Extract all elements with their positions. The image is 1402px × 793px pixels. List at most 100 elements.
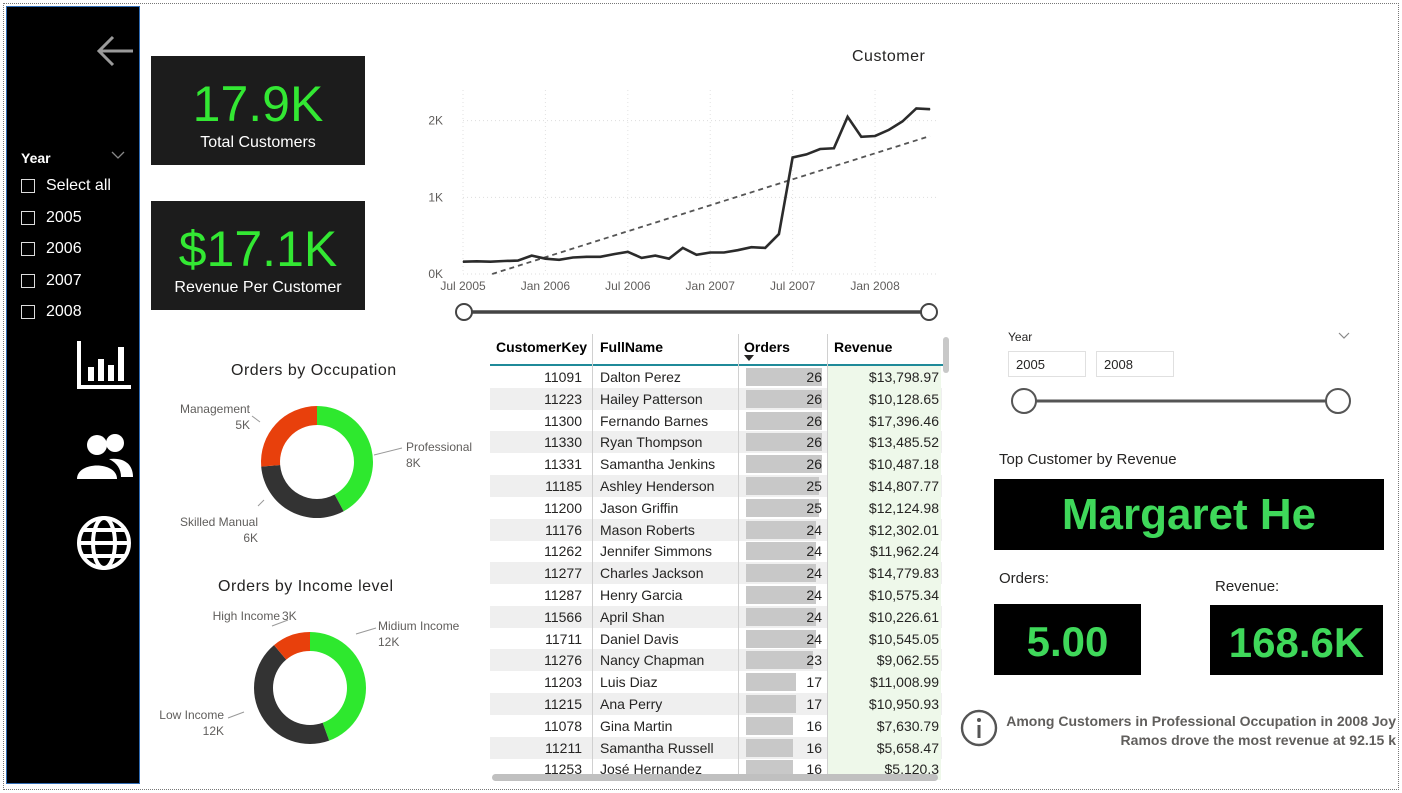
table-row[interactable]: 11185 Ashley Henderson 25 $14,807.77 [490, 475, 942, 497]
date-range-handle-start [455, 303, 473, 321]
leader-line [251, 415, 261, 423]
customer-table[interactable]: CustomerKey FullName Orders Revenue 1109… [490, 334, 950, 780]
table-row[interactable]: 11203 Luis Diaz 17 $11,008.99 [490, 671, 942, 694]
data-point [613, 253, 615, 255]
top-customer-revenue: 168.6K [1210, 605, 1383, 675]
chevron-down-icon[interactable] [1338, 332, 1350, 340]
data-point [847, 116, 849, 118]
data-point [860, 136, 862, 138]
globe-icon[interactable] [75, 515, 133, 571]
cell-orders: 24 [806, 565, 822, 582]
data-point [874, 135, 876, 137]
table-row[interactable]: 11711 Daniel Davis 24 $10,545.05 [490, 627, 942, 650]
checkbox[interactable] [21, 179, 35, 193]
table-row[interactable]: 11276 Nancy Chapman 23 $9,062.55 [490, 649, 942, 672]
year-option-2005[interactable]: 2005 [21, 209, 82, 227]
cell-customerkey: 11330 [544, 434, 582, 451]
slider-handle-end [1325, 388, 1351, 414]
slider-handle-start [1011, 388, 1037, 414]
slice-value-label: 3K [282, 609, 297, 623]
cell-customerkey: 11091 [544, 369, 582, 385]
cell-revenue: $9,062.55 [876, 652, 939, 669]
cell-revenue: $12,124.98 [868, 499, 939, 516]
cell-fullname: Ashley Henderson [600, 478, 715, 494]
table-row[interactable]: 11176 Mason Roberts 24 $12,302.01 [490, 518, 942, 541]
column-header-revenue[interactable]: Revenue [834, 339, 892, 355]
kpi-label: Revenue Per Customer [174, 279, 342, 296]
data-point [833, 147, 835, 149]
line-chart-title: Customer [852, 48, 926, 65]
sort-desc-icon[interactable] [744, 355, 754, 361]
year-option-2006[interactable]: 2006 [21, 240, 82, 258]
checkbox[interactable] [21, 242, 35, 256]
year-range-title: Year [1008, 330, 1033, 344]
cell-fullname: Jennifer Simmons [600, 543, 713, 560]
insight-text: Among Customers in Professional Occupati… [1006, 713, 1396, 748]
y-tick-label: 1K [428, 190, 443, 204]
cell-revenue-bg: $10,226.61 [828, 605, 941, 628]
table-row[interactable]: 11215 Ana Perry 17 $10,950.93 [490, 693, 942, 715]
y-tick-label: 2K [428, 114, 443, 128]
checkbox[interactable] [21, 305, 35, 319]
checkbox[interactable] [21, 274, 35, 288]
cell-customerkey: 11078 [544, 717, 582, 734]
cell-revenue-bg: $10,950.93 [828, 693, 941, 715]
column-header-customerkey[interactable]: CustomerKey [496, 339, 587, 355]
cell-customerkey: 11331 [544, 456, 582, 473]
table-row[interactable]: 11078 Gina Martin 16 $7,630.79 [490, 714, 942, 737]
bar-chart-icon[interactable] [75, 337, 133, 393]
data-point [586, 256, 588, 258]
cell-revenue: $13,798.97 [868, 369, 939, 385]
year-to-input[interactable]: 2008 [1096, 351, 1174, 377]
table-row[interactable]: 11223 Hailey Patterson 26 $10,128.65 [490, 387, 942, 410]
kpi-label: Total Customers [200, 134, 316, 151]
cell-customerkey: 11211 [545, 739, 582, 756]
year-option-2008[interactable]: 2008 [21, 303, 82, 321]
column-divider [827, 334, 828, 780]
year-range-slider[interactable] [1008, 386, 1354, 416]
year-option-2007[interactable]: 2007 [21, 272, 82, 290]
cell-orders: 24 [806, 543, 822, 560]
cell-revenue: $10,226.61 [868, 608, 939, 625]
table-horizontal-scrollbar[interactable] [492, 774, 938, 781]
back-arrow-icon[interactable] [93, 31, 139, 71]
table-row[interactable]: 11277 Charles Jackson 24 $14,779.83 [490, 562, 942, 585]
table-row[interactable]: 11566 April Shan 24 $10,226.61 [490, 605, 942, 628]
table-row[interactable]: 11300 Fernando Barnes 26 $17,396.46 [490, 409, 942, 432]
chevron-down-icon[interactable] [111, 150, 125, 160]
table-row[interactable]: 11091 Dalton Perez 26 $13,798.97 [490, 366, 942, 388]
table-row[interactable]: 11287 Henry Garcia 24 $10,575.34 [490, 584, 942, 606]
x-tick-label: Jan 2007 [686, 279, 736, 293]
x-tick-label: Jan 2006 [521, 279, 571, 293]
donut-slice [317, 406, 374, 512]
cell-revenue: $14,779.83 [868, 565, 939, 582]
donut-slice [254, 645, 330, 744]
cell-orders: 24 [806, 630, 822, 647]
table-row[interactable]: 11330 Ryan Thompson 26 $13,485.52 [490, 431, 942, 454]
column-header-fullname[interactable]: FullName [600, 339, 663, 355]
slice-label: Midium Income [378, 619, 460, 633]
table-row[interactable]: 11262 Jennifer Simmons 24 $11,962.24 [490, 540, 942, 563]
year-option-select-all[interactable]: Select all [21, 177, 111, 195]
slice-value-label: 8K [406, 456, 421, 470]
cell-customerkey: 11566 [544, 608, 582, 625]
slice-value-label: 5K [235, 418, 250, 432]
x-tick-label: Jul 2006 [605, 279, 651, 293]
users-icon[interactable] [75, 429, 133, 485]
table-vertical-scrollbar[interactable] [943, 337, 949, 373]
slice-value-label: 12K [378, 635, 399, 649]
cell-orders: 26 [806, 369, 822, 385]
customer-line-chart[interactable]: 0K1K2KJul 2005 Jan 2006 Jul 2006 Jan 2007 Ju… [415, 70, 955, 330]
data-point [750, 246, 752, 248]
occupation-donut-chart[interactable]: Professional 8K Skilled Manual 6K Management… [160, 390, 480, 560]
table-row[interactable]: 11200 Jason Griffin 25 $12,124.98 [490, 496, 942, 519]
checkbox[interactable] [21, 211, 35, 225]
data-point [476, 260, 478, 262]
table-row[interactable]: 11331 Samantha Jenkins 26 $10,487.18 [490, 453, 942, 476]
cell-revenue-bg: $14,779.83 [828, 562, 941, 585]
income-donut-chart[interactable]: Midium Income 12K Low Income 12K High Income… [160, 600, 480, 770]
table-row[interactable]: 11211 Samantha Russell 16 $5,658.47 [490, 736, 942, 759]
year-from-input[interactable]: 2005 [1008, 351, 1086, 377]
data-point [888, 129, 890, 131]
column-header-orders[interactable]: Orders [744, 339, 790, 355]
